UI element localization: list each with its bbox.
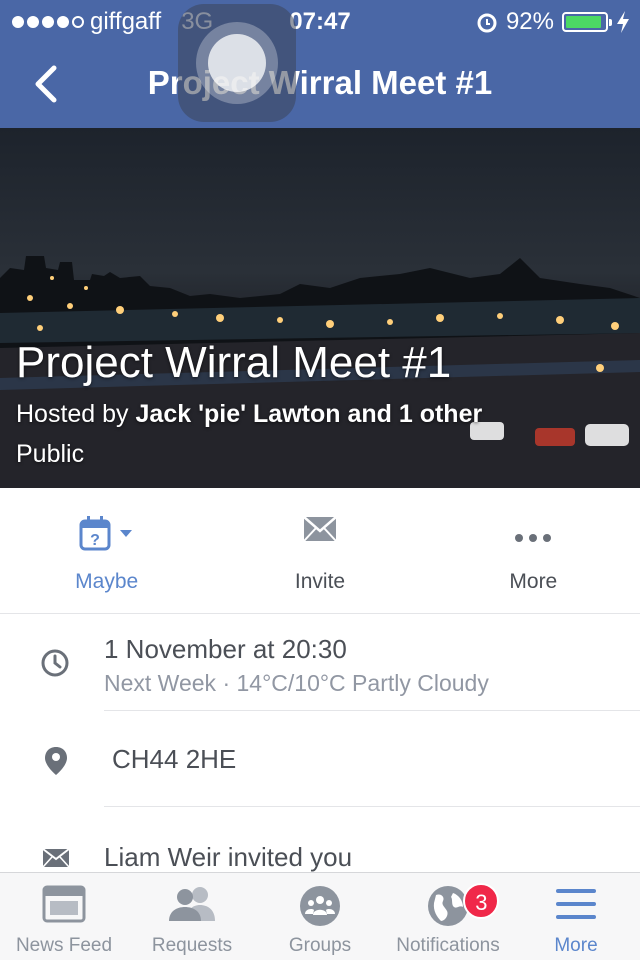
page-title: Project Wirral Meet #1 <box>147 64 493 101</box>
more-actions-label: More <box>509 570 558 593</box>
clock-icon <box>41 649 69 677</box>
hosted-by-label: Hosted by <box>16 400 136 428</box>
tab-news-feed[interactable]: News Feed <box>0 873 128 960</box>
friend-requests-icon <box>169 887 215 921</box>
event-privacy: Public <box>16 440 85 468</box>
tab-requests[interactable]: Requests <box>128 873 256 960</box>
more-actions-button[interactable]: More <box>427 488 640 613</box>
charging-bolt-icon <box>617 11 629 33</box>
invited-by-row[interactable]: Liam Weir invited you <box>0 808 640 872</box>
assistive-touch-button[interactable] <box>178 4 296 122</box>
location-pin-icon <box>45 747 67 775</box>
maybe-label: Maybe <box>75 570 139 593</box>
hamburger-menu-icon <box>556 889 596 919</box>
tab-notifications[interactable]: 3 Notifications <box>384 873 512 960</box>
tab-groups-label: Groups <box>288 935 352 956</box>
tab-more[interactable]: More <box>512 873 640 960</box>
event-date: 1 November at 20:30 <box>104 634 347 664</box>
battery-icon <box>562 12 612 32</box>
event-cover-photo[interactable]: Project Wirral Meet #1 Hosted by Jack 'p… <box>0 128 640 488</box>
tab-requests-label: Requests <box>151 935 233 956</box>
svg-text:?: ? <box>90 532 100 549</box>
tab-more-label: More <box>554 935 598 956</box>
tab-groups[interactable]: Groups <box>256 873 384 960</box>
globe-icon <box>428 886 468 926</box>
event-date-weather: Next Week · 14°C/10°C Partly Cloudy <box>104 670 489 696</box>
event-location: CH44 2HE <box>112 744 237 774</box>
host-names[interactable]: Jack 'pie' Lawton and 1 other <box>136 400 483 428</box>
night-city-photo <box>0 256 640 488</box>
invited-by-text: Liam Weir invited you <box>104 842 353 872</box>
envelope-icon <box>303 516 337 542</box>
invite-button[interactable]: Invite <box>213 488 426 613</box>
maybe-button[interactable]: ? Maybe <box>0 488 213 613</box>
event-actions: ? Maybe Invite More <box>0 488 640 614</box>
event-location-row[interactable]: CH44 2HE <box>0 712 640 808</box>
ellipsis-icon <box>515 534 552 542</box>
invite-label: Invite <box>294 570 346 593</box>
groups-icon <box>300 886 340 926</box>
event-title: Project Wirral Meet #1 <box>16 338 452 387</box>
news-feed-icon <box>42 885 86 923</box>
tab-bar: News Feed Requests Groups 3 Notification… <box>0 872 640 960</box>
notifications-badge: 3 <box>463 883 500 919</box>
status-bar: giffgaff 3G 07:47 92% <box>0 0 640 40</box>
tab-news-feed-label: News Feed <box>15 935 113 956</box>
event-hosts[interactable]: Hosted by Jack 'pie' Lawton and 1 other <box>16 400 482 429</box>
event-date-row[interactable]: 1 November at 20:30 Next Week · 14°C/10°… <box>0 614 640 712</box>
envelope-small-icon <box>42 848 70 868</box>
alarm-icon <box>477 13 497 33</box>
top-bar: giffgaff 3G 07:47 92% Project Wirral Mee… <box>0 0 640 128</box>
calendar-question-icon: ? <box>79 516 132 551</box>
tab-notifications-label: Notifications <box>396 935 500 956</box>
battery-percent: 92% <box>505 8 554 35</box>
